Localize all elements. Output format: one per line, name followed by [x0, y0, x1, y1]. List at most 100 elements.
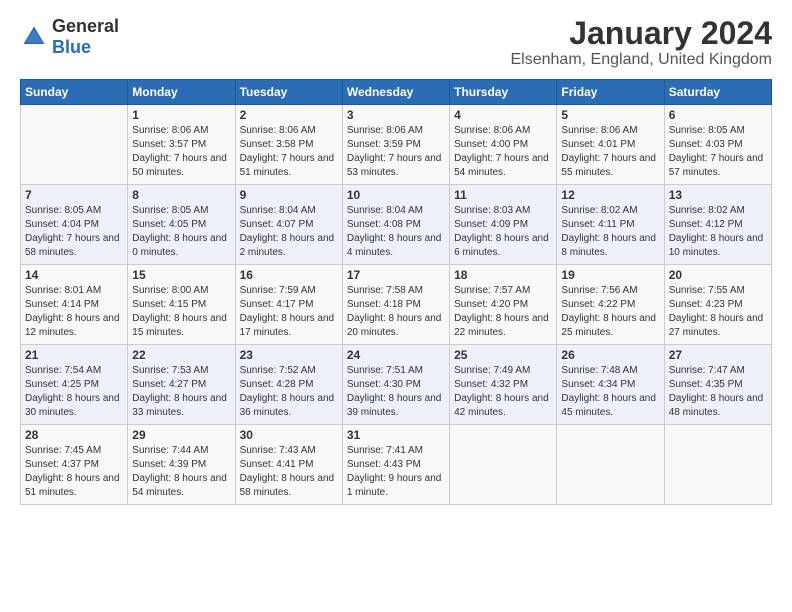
day-info: Sunrise: 7:52 AMSunset: 4:28 PMDaylight:…: [240, 364, 338, 420]
day-info: Sunrise: 7:49 AMSunset: 4:32 PMDaylight:…: [454, 364, 552, 420]
header-row: Sunday Monday Tuesday Wednesday Thursday…: [21, 80, 772, 105]
table-row: 23 Sunrise: 7:52 AMSunset: 4:28 PMDaylig…: [235, 345, 342, 425]
day-info: Sunrise: 8:05 AMSunset: 4:03 PMDaylight:…: [669, 124, 767, 180]
day-info: Sunrise: 8:06 AMSunset: 4:00 PMDaylight:…: [454, 124, 552, 180]
table-row: 31 Sunrise: 7:41 AMSunset: 4:43 PMDaylig…: [342, 425, 449, 505]
day-number: 16: [240, 268, 338, 282]
col-saturday: Saturday: [664, 80, 771, 105]
table-row: 17 Sunrise: 7:58 AMSunset: 4:18 PMDaylig…: [342, 265, 449, 345]
day-info: Sunrise: 8:05 AMSunset: 4:05 PMDaylight:…: [132, 204, 230, 260]
table-row: 8 Sunrise: 8:05 AMSunset: 4:05 PMDayligh…: [128, 185, 235, 265]
table-row: 13 Sunrise: 8:02 AMSunset: 4:12 PMDaylig…: [664, 185, 771, 265]
day-number: 27: [669, 348, 767, 362]
day-info: Sunrise: 7:51 AMSunset: 4:30 PMDaylight:…: [347, 364, 445, 420]
title-block: January 2024 Elsenham, England, United K…: [511, 16, 773, 69]
day-info: Sunrise: 7:47 AMSunset: 4:35 PMDaylight:…: [669, 364, 767, 420]
day-number: 9: [240, 188, 338, 202]
day-info: Sunrise: 8:04 AMSunset: 4:07 PMDaylight:…: [240, 204, 338, 260]
table-row: [557, 425, 664, 505]
day-number: 31: [347, 428, 445, 442]
month-title: January 2024: [511, 16, 773, 51]
table-row: 28 Sunrise: 7:45 AMSunset: 4:37 PMDaylig…: [21, 425, 128, 505]
day-info: Sunrise: 8:02 AMSunset: 4:12 PMDaylight:…: [669, 204, 767, 260]
day-number: 6: [669, 108, 767, 122]
page: General Blue January 2024 Elsenham, Engl…: [0, 0, 792, 612]
day-info: Sunrise: 7:59 AMSunset: 4:17 PMDaylight:…: [240, 284, 338, 340]
table-row: 20 Sunrise: 7:55 AMSunset: 4:23 PMDaylig…: [664, 265, 771, 345]
table-row: 10 Sunrise: 8:04 AMSunset: 4:08 PMDaylig…: [342, 185, 449, 265]
logo-text-general: General: [52, 16, 119, 36]
day-info: Sunrise: 8:05 AMSunset: 4:04 PMDaylight:…: [25, 204, 123, 260]
day-number: 30: [240, 428, 338, 442]
day-info: Sunrise: 7:58 AMSunset: 4:18 PMDaylight:…: [347, 284, 445, 340]
table-row: 6 Sunrise: 8:05 AMSunset: 4:03 PMDayligh…: [664, 105, 771, 185]
day-info: Sunrise: 8:02 AMSunset: 4:11 PMDaylight:…: [561, 204, 659, 260]
day-info: Sunrise: 7:54 AMSunset: 4:25 PMDaylight:…: [25, 364, 123, 420]
logo-icon: [20, 23, 48, 51]
table-row: 30 Sunrise: 7:43 AMSunset: 4:41 PMDaylig…: [235, 425, 342, 505]
day-number: 13: [669, 188, 767, 202]
day-info: Sunrise: 8:06 AMSunset: 4:01 PMDaylight:…: [561, 124, 659, 180]
day-number: 1: [132, 108, 230, 122]
table-row: 4 Sunrise: 8:06 AMSunset: 4:00 PMDayligh…: [450, 105, 557, 185]
table-row: 26 Sunrise: 7:48 AMSunset: 4:34 PMDaylig…: [557, 345, 664, 425]
calendar-week-row: 14 Sunrise: 8:01 AMSunset: 4:14 PMDaylig…: [21, 265, 772, 345]
day-info: Sunrise: 7:57 AMSunset: 4:20 PMDaylight:…: [454, 284, 552, 340]
day-number: 17: [347, 268, 445, 282]
day-info: Sunrise: 7:41 AMSunset: 4:43 PMDaylight:…: [347, 444, 445, 500]
day-number: 23: [240, 348, 338, 362]
calendar-week-row: 1 Sunrise: 8:06 AMSunset: 3:57 PMDayligh…: [21, 105, 772, 185]
table-row: [21, 105, 128, 185]
col-friday: Friday: [557, 80, 664, 105]
day-number: 28: [25, 428, 123, 442]
logo: General Blue: [20, 16, 119, 58]
location: Elsenham, England, United Kingdom: [511, 51, 773, 69]
day-info: Sunrise: 7:48 AMSunset: 4:34 PMDaylight:…: [561, 364, 659, 420]
table-row: 25 Sunrise: 7:49 AMSunset: 4:32 PMDaylig…: [450, 345, 557, 425]
day-number: 3: [347, 108, 445, 122]
day-number: 21: [25, 348, 123, 362]
day-info: Sunrise: 8:06 AMSunset: 3:58 PMDaylight:…: [240, 124, 338, 180]
table-row: 9 Sunrise: 8:04 AMSunset: 4:07 PMDayligh…: [235, 185, 342, 265]
day-info: Sunrise: 7:45 AMSunset: 4:37 PMDaylight:…: [25, 444, 123, 500]
table-row: 18 Sunrise: 7:57 AMSunset: 4:20 PMDaylig…: [450, 265, 557, 345]
table-row: [664, 425, 771, 505]
table-row: [450, 425, 557, 505]
day-number: 26: [561, 348, 659, 362]
table-row: 27 Sunrise: 7:47 AMSunset: 4:35 PMDaylig…: [664, 345, 771, 425]
table-row: 12 Sunrise: 8:02 AMSunset: 4:11 PMDaylig…: [557, 185, 664, 265]
day-number: 18: [454, 268, 552, 282]
table-row: 16 Sunrise: 7:59 AMSunset: 4:17 PMDaylig…: [235, 265, 342, 345]
calendar-table: Sunday Monday Tuesday Wednesday Thursday…: [20, 79, 772, 505]
table-row: 1 Sunrise: 8:06 AMSunset: 3:57 PMDayligh…: [128, 105, 235, 185]
day-number: 8: [132, 188, 230, 202]
day-number: 29: [132, 428, 230, 442]
table-row: 19 Sunrise: 7:56 AMSunset: 4:22 PMDaylig…: [557, 265, 664, 345]
table-row: 29 Sunrise: 7:44 AMSunset: 4:39 PMDaylig…: [128, 425, 235, 505]
day-info: Sunrise: 8:06 AMSunset: 3:59 PMDaylight:…: [347, 124, 445, 180]
table-row: 2 Sunrise: 8:06 AMSunset: 3:58 PMDayligh…: [235, 105, 342, 185]
day-number: 2: [240, 108, 338, 122]
col-monday: Monday: [128, 80, 235, 105]
day-info: Sunrise: 7:55 AMSunset: 4:23 PMDaylight:…: [669, 284, 767, 340]
day-number: 7: [25, 188, 123, 202]
col-wednesday: Wednesday: [342, 80, 449, 105]
calendar-week-row: 7 Sunrise: 8:05 AMSunset: 4:04 PMDayligh…: [21, 185, 772, 265]
day-number: 10: [347, 188, 445, 202]
day-number: 11: [454, 188, 552, 202]
col-sunday: Sunday: [21, 80, 128, 105]
day-number: 20: [669, 268, 767, 282]
day-info: Sunrise: 7:53 AMSunset: 4:27 PMDaylight:…: [132, 364, 230, 420]
day-info: Sunrise: 8:04 AMSunset: 4:08 PMDaylight:…: [347, 204, 445, 260]
day-info: Sunrise: 7:44 AMSunset: 4:39 PMDaylight:…: [132, 444, 230, 500]
day-number: 22: [132, 348, 230, 362]
header: General Blue January 2024 Elsenham, Engl…: [20, 16, 772, 69]
day-info: Sunrise: 7:43 AMSunset: 4:41 PMDaylight:…: [240, 444, 338, 500]
day-number: 14: [25, 268, 123, 282]
day-number: 4: [454, 108, 552, 122]
col-tuesday: Tuesday: [235, 80, 342, 105]
table-row: 21 Sunrise: 7:54 AMSunset: 4:25 PMDaylig…: [21, 345, 128, 425]
day-number: 12: [561, 188, 659, 202]
day-number: 15: [132, 268, 230, 282]
day-info: Sunrise: 8:03 AMSunset: 4:09 PMDaylight:…: [454, 204, 552, 260]
